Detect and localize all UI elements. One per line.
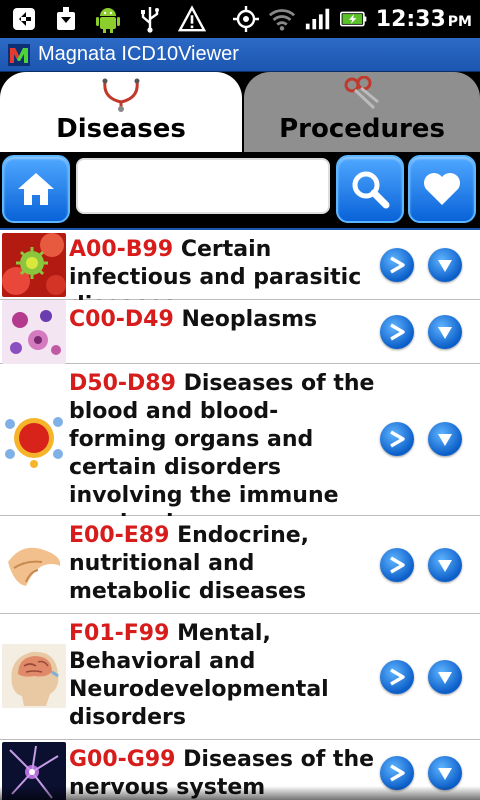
tab-bar: Diseases Procedures — [0, 72, 480, 152]
home-button[interactable] — [2, 155, 70, 223]
chevron-right-icon — [390, 668, 405, 686]
triangle-down-icon — [438, 672, 452, 684]
tab-procedures[interactable]: Procedures — [244, 72, 480, 152]
open-chapter-button[interactable] — [380, 422, 414, 456]
icd-code: D50-D89 — [69, 371, 176, 396]
virus-image — [2, 233, 66, 297]
home-icon — [18, 173, 54, 205]
row-text: D50-D89 Diseases of the blood and blood-… — [69, 370, 375, 538]
open-chapter-button[interactable] — [380, 548, 414, 582]
download-icon — [52, 6, 80, 32]
triangle-down-icon — [438, 434, 452, 446]
open-chapter-button[interactable] — [380, 660, 414, 694]
expand-chapter-button[interactable] — [428, 315, 462, 349]
expand-chapter-button[interactable] — [428, 756, 462, 790]
brain-image — [2, 644, 66, 708]
icd-code: C00-D49 — [69, 307, 174, 332]
status-clock: 12:33 PM — [375, 6, 472, 32]
list-item[interactable]: E00-E89 Endocrine, nutritional and metab… — [0, 516, 480, 614]
chevron-right-icon — [390, 764, 405, 782]
chevron-right-icon — [390, 323, 405, 341]
open-chapter-button[interactable] — [380, 315, 414, 349]
tab-diseases-label: Diseases — [56, 114, 186, 144]
row-text: C00-D49 Neoplasms — [69, 306, 375, 334]
android-icon — [94, 6, 122, 33]
expand-chapter-button[interactable] — [428, 248, 462, 282]
search-button[interactable] — [336, 155, 404, 223]
app-title: Magnata ICD10Viewer — [38, 43, 239, 65]
toolbar — [0, 152, 480, 226]
tab-diseases[interactable]: Diseases — [0, 72, 242, 152]
usb-icon — [136, 6, 164, 33]
app-title-bar: Magnata ICD10Viewer — [0, 38, 480, 72]
triangle-down-icon — [438, 768, 452, 780]
scissors-icon — [344, 76, 379, 110]
list-item[interactable]: D50-D89 Diseases of the blood and blood-… — [0, 364, 480, 536]
status-bar: 12:33 PM — [0, 0, 480, 38]
expand-chapter-button[interactable] — [428, 548, 462, 582]
chevron-right-icon — [390, 430, 405, 448]
open-chapter-button[interactable] — [380, 248, 414, 282]
icd-code: G00-G99 — [69, 747, 176, 772]
wifi-icon — [268, 6, 296, 32]
open-chapter-button[interactable] — [380, 756, 414, 790]
expand-chapter-button[interactable] — [428, 422, 462, 456]
signal-icon — [304, 6, 332, 32]
disease-list: A00-B99 Certain infectious and parasitic… — [0, 228, 480, 800]
scroll-fade — [0, 786, 480, 800]
triangle-down-icon — [438, 260, 452, 272]
expand-chapter-button[interactable] — [428, 660, 462, 694]
icd-code: F01-F99 — [69, 621, 170, 646]
tab-procedures-label: Procedures — [279, 114, 445, 144]
list-item[interactable]: F01-F99 Mental, Behavioral and Neurodeve… — [0, 614, 480, 740]
app-logo-icon — [8, 43, 30, 66]
chevron-right-icon — [390, 556, 405, 574]
list-item[interactable]: A00-B99 Certain infectious and parasitic… — [0, 230, 480, 318]
search-input[interactable] — [76, 158, 330, 214]
search-icon — [352, 171, 390, 209]
chapter-title: Neoplasms — [181, 307, 318, 332]
heart-icon — [424, 173, 460, 205]
chevron-right-icon — [390, 256, 405, 274]
row-text: F01-F99 Mental, Behavioral and Neurodeve… — [69, 620, 375, 732]
icd-code: A00-B99 — [69, 237, 174, 262]
stethoscope-icon — [102, 78, 140, 112]
list-item[interactable]: C00-D49 Neoplasms — [0, 300, 480, 364]
battery-charging-icon — [339, 6, 368, 32]
icd-code: E00-E89 — [69, 523, 170, 548]
favorites-button[interactable] — [408, 155, 476, 223]
cells-image — [2, 300, 66, 364]
gps-icon — [232, 6, 260, 32]
pancreas-image — [2, 532, 66, 596]
triangle-down-icon — [438, 327, 452, 339]
warning-icon — [178, 5, 206, 32]
triangle-down-icon — [438, 560, 452, 572]
back-arrow-icon — [10, 6, 38, 32]
row-text: E00-E89 Endocrine, nutritional and metab… — [69, 522, 375, 606]
blood-cell-image — [2, 406, 66, 470]
